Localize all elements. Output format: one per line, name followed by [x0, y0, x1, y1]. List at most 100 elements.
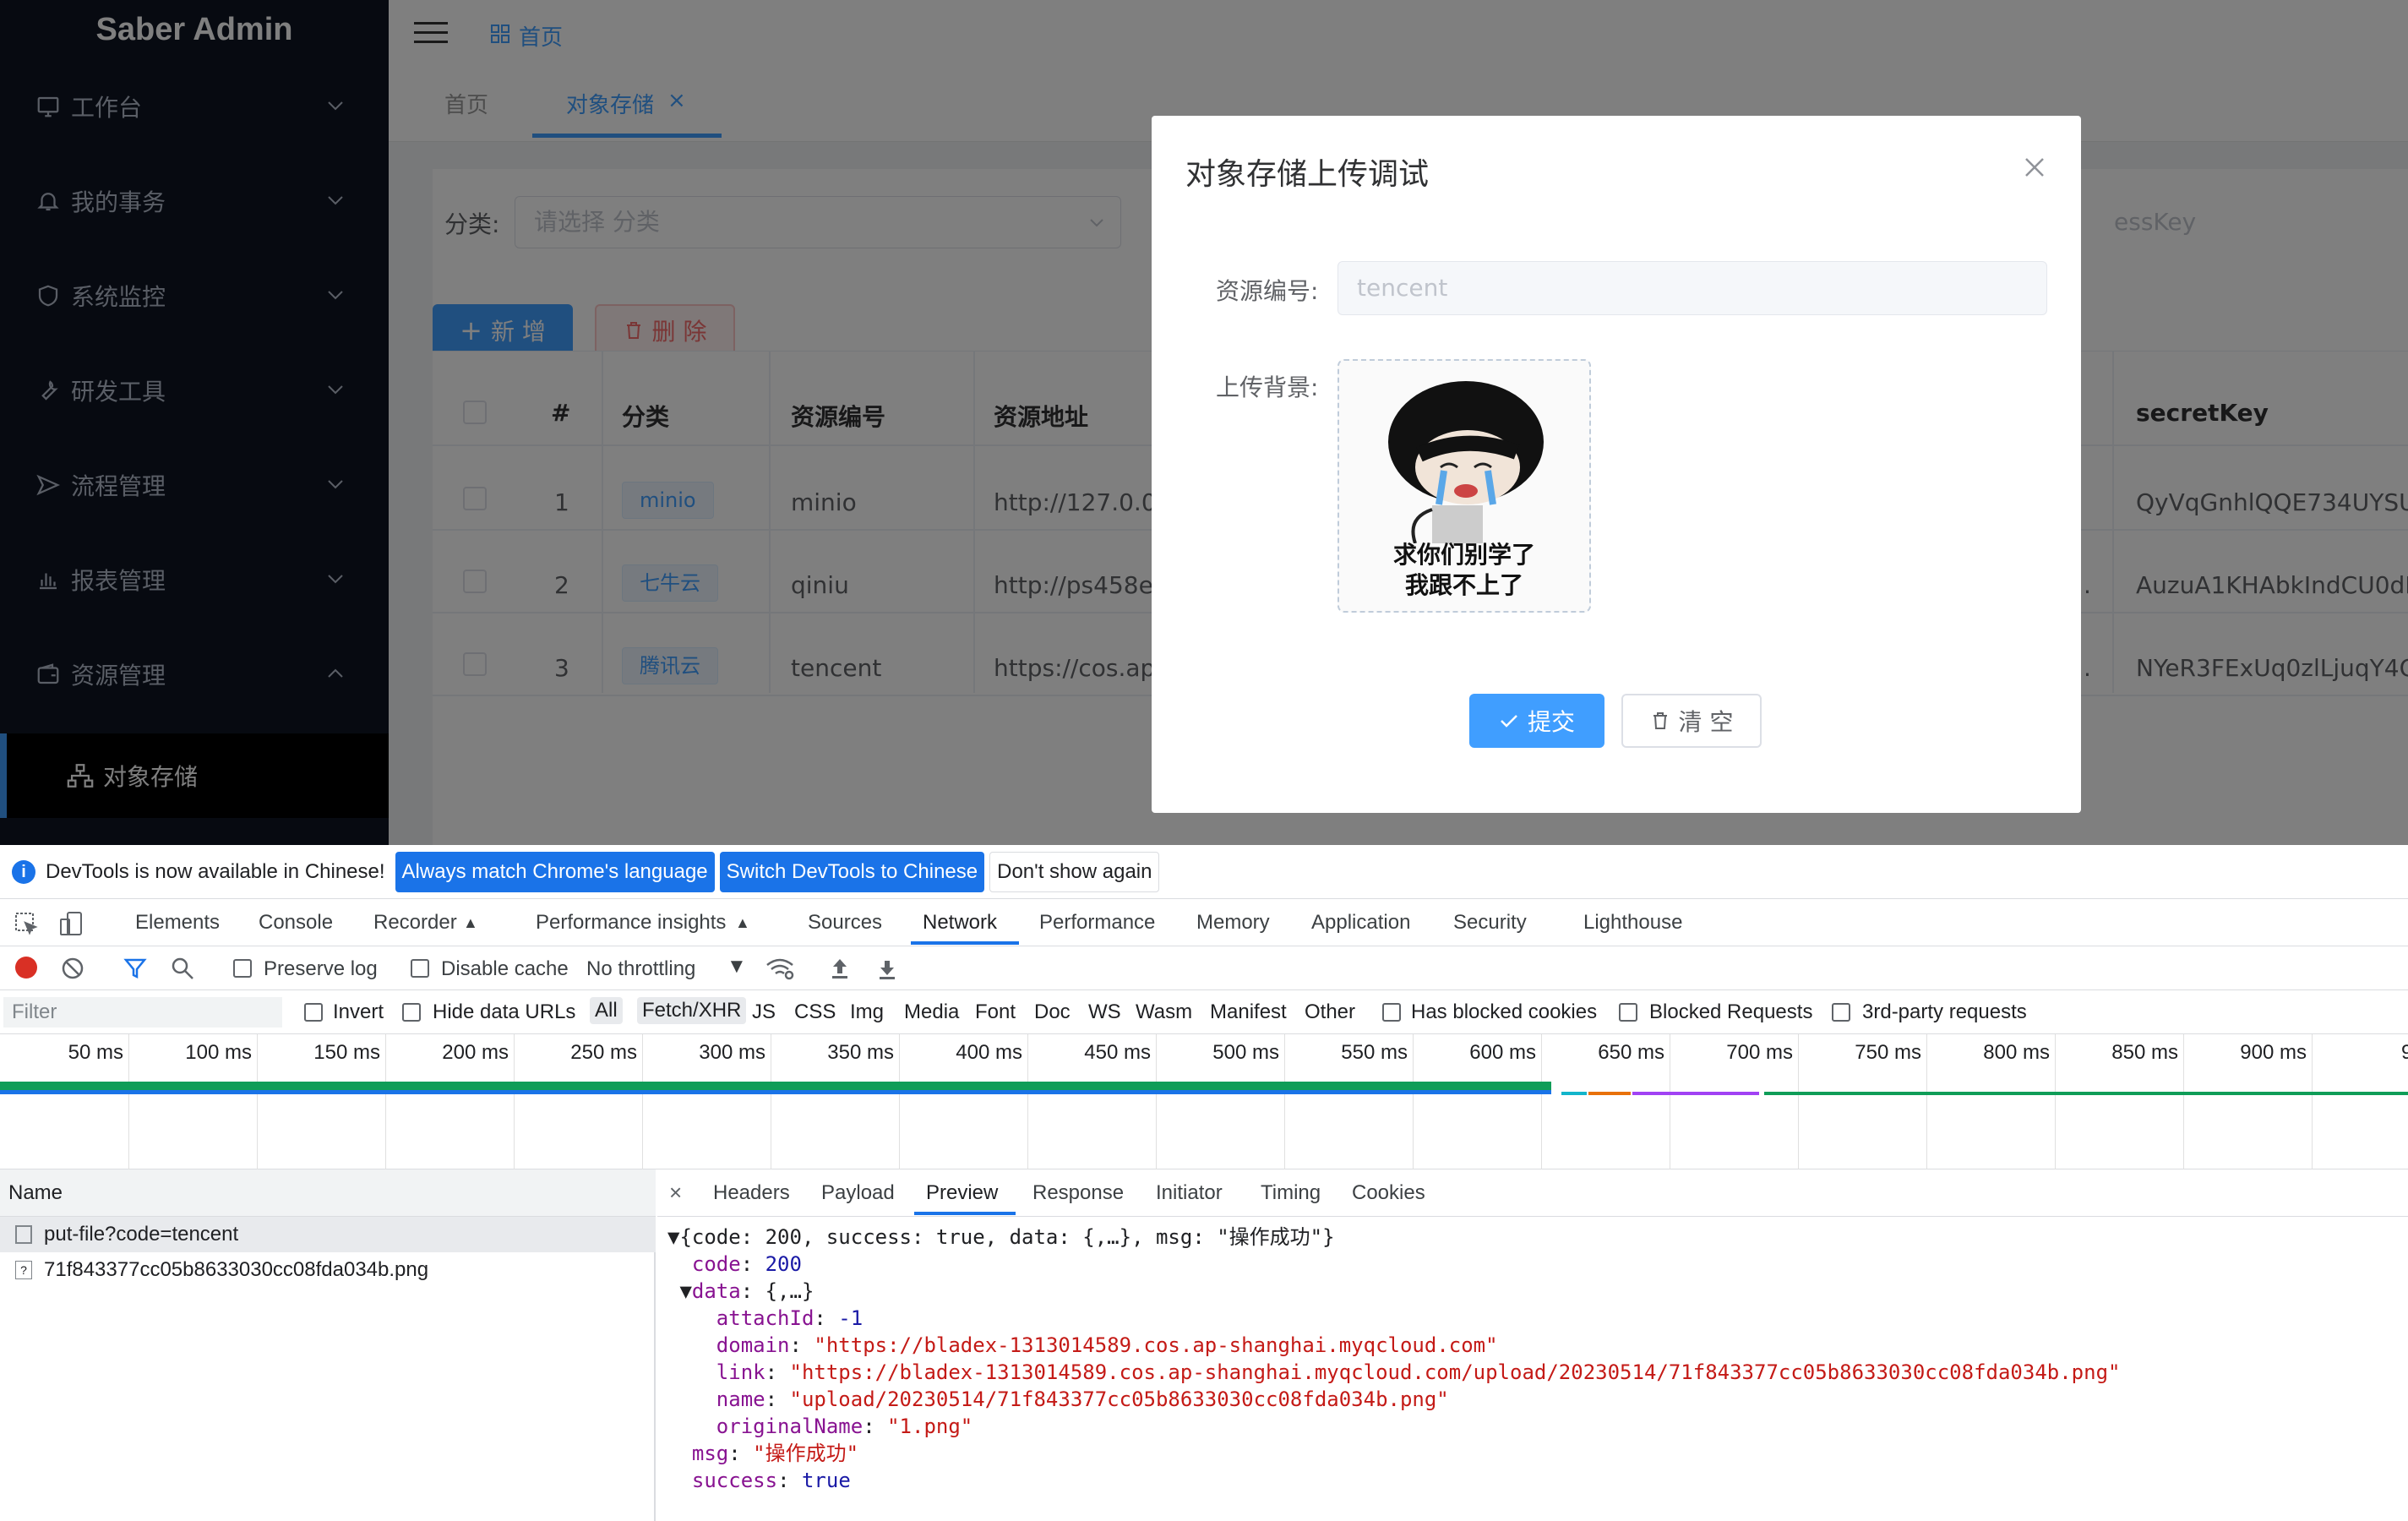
- timeline-gridline: [1926, 1034, 1927, 1169]
- type-filter-media[interactable]: Media: [904, 1000, 959, 1024]
- info-text: DevTools is now available in Chinese!: [46, 859, 385, 883]
- request-list: Name put-file?code=tencent ? 71f843377cc…: [0, 1169, 656, 1521]
- clear-icon[interactable]: [61, 957, 84, 980]
- devtools-tab-performance-insights[interactable]: Performance insights: [536, 911, 726, 935]
- network-conditions-icon[interactable]: [765, 957, 794, 980]
- type-filter-js[interactable]: JS: [752, 1000, 776, 1024]
- submit-button[interactable]: 提交: [1469, 694, 1604, 748]
- detail-tab-payload[interactable]: Payload: [821, 1181, 895, 1205]
- blocked-cookies-checkbox[interactable]: [1382, 1003, 1401, 1022]
- type-filter-font[interactable]: Font: [975, 1000, 1016, 1024]
- json-value: "操作成功": [753, 1442, 859, 1465]
- detail-tab-headers[interactable]: Headers: [713, 1181, 790, 1205]
- third-party-label: 3rd-party requests: [1862, 1000, 2027, 1023]
- detail-tab-timing[interactable]: Timing: [1261, 1181, 1321, 1205]
- filter-icon[interactable]: [123, 957, 147, 980]
- devtools-tab-performance[interactable]: Performance: [1039, 911, 1155, 935]
- timeline-bar-green-2: [1764, 1092, 2408, 1095]
- timeline-bar-cyan: [1561, 1092, 1587, 1095]
- devtools-tab-elements[interactable]: Elements: [135, 911, 220, 935]
- type-filter-img[interactable]: Img: [850, 1000, 884, 1024]
- devtools-infobar: i DevTools is now available in Chinese! …: [0, 845, 2408, 899]
- experiment-flask-icon: ▲: [463, 914, 478, 931]
- timeline-gridline: [642, 1034, 643, 1169]
- timeline-bar-orange: [1588, 1092, 1631, 1095]
- resource-code-input[interactable]: tencent: [1337, 261, 2047, 315]
- upload-area[interactable]: 求你们别学了 我跟不上了: [1337, 359, 1591, 613]
- resource-code-value: tencent: [1357, 274, 1448, 302]
- hide-data-urls-checkbox[interactable]: [402, 1003, 421, 1022]
- devtools-tab-network[interactable]: Network: [923, 911, 997, 935]
- devtools-tab-recorder[interactable]: Recorder: [373, 911, 457, 935]
- preserve-log-checkbox[interactable]: [233, 959, 252, 978]
- timeline-gridline: [128, 1034, 129, 1169]
- throttling-select[interactable]: No throttling: [586, 957, 695, 981]
- timeline-tick-label: 600 ms: [1469, 1041, 1536, 1064]
- devtools-tab-console[interactable]: Console: [259, 911, 333, 935]
- disable-cache-checkbox[interactable]: [411, 959, 429, 978]
- timeline-gridline: [2055, 1034, 2056, 1169]
- close-detail-icon[interactable]: ×: [669, 1180, 682, 1206]
- type-filter-fetch-xhr[interactable]: Fetch/XHR: [637, 997, 747, 1024]
- request-row[interactable]: put-file?code=tencent: [0, 1217, 656, 1252]
- json-value: true: [801, 1469, 851, 1492]
- record-icon[interactable]: [15, 957, 37, 979]
- always-match-button[interactable]: Always match Chrome's language: [395, 851, 715, 892]
- devtools-tab-application[interactable]: Application: [1311, 911, 1410, 935]
- type-filter-ws[interactable]: WS: [1088, 1000, 1121, 1024]
- type-filter-wasm[interactable]: Wasm: [1136, 1000, 1192, 1024]
- blocked-cookies-label: Has blocked cookies: [1411, 1000, 1598, 1023]
- clear-button[interactable]: 清 空: [1621, 694, 1762, 748]
- upload-har-icon[interactable]: [830, 957, 850, 980]
- devtools-tab-security[interactable]: Security: [1453, 911, 1527, 935]
- type-filter-css[interactable]: CSS: [794, 1000, 836, 1024]
- preview-tab-underline: [914, 1212, 1016, 1215]
- json-key: attachId: [716, 1306, 814, 1330]
- type-filter-manifest[interactable]: Manifest: [1210, 1000, 1287, 1024]
- dialog-title: 对象存储上传调试: [1185, 157, 1430, 192]
- blocked-requests-checkbox[interactable]: [1619, 1003, 1637, 1022]
- close-icon[interactable]: [2024, 156, 2046, 178]
- json-preview: ▼{code: 200, success: true, data: {,…}, …: [667, 1225, 2121, 1492]
- timeline-tick-label: 700 ms: [1726, 1041, 1793, 1064]
- hide-data-urls-label: Hide data URLs: [433, 1000, 576, 1023]
- clear-label: 清 空: [1678, 708, 1734, 736]
- collapse-arrow-icon[interactable]: ▼: [667, 1225, 679, 1249]
- download-har-icon[interactable]: [877, 957, 897, 980]
- switch-chinese-button[interactable]: Switch DevTools to Chinese: [719, 851, 985, 892]
- name-header[interactable]: Name: [0, 1169, 656, 1217]
- throttling-dropdown-icon[interactable]: ▼: [727, 955, 747, 979]
- app-window: Saber Admin 工作台我的事务系统监控研发工具流程管理报表管理资源管理 …: [0, 0, 2408, 845]
- detail-tab-cookies[interactable]: Cookies: [1352, 1181, 1425, 1205]
- third-party-checkbox[interactable]: [1832, 1003, 1850, 1022]
- json-value: "1.png": [887, 1415, 973, 1438]
- request-row[interactable]: ? 71f843377cc05b8633030cc08fda034b.png: [0, 1252, 656, 1288]
- detail-tab-preview[interactable]: Preview: [926, 1181, 998, 1205]
- timeline-tick-label: 300 ms: [699, 1041, 765, 1064]
- filter-input[interactable]: Filter: [3, 997, 282, 1028]
- network-timeline[interactable]: 50 ms 100 ms 150 ms 200 ms 250 ms 300 ms 350 m…: [0, 1034, 2408, 1169]
- inspect-icon[interactable]: [14, 911, 39, 936]
- devtools-tab-lighthouse[interactable]: Lighthouse: [1583, 911, 1682, 935]
- request-name: put-file?code=tencent: [44, 1223, 239, 1246]
- search-icon[interactable]: [171, 957, 194, 980]
- type-filter-doc[interactable]: Doc: [1034, 1000, 1071, 1024]
- timeline-gridline: [899, 1034, 900, 1169]
- timeline-gridline: [1284, 1034, 1285, 1169]
- type-filter-all[interactable]: All: [590, 997, 623, 1024]
- json-key: link: [716, 1360, 765, 1384]
- type-filter-other[interactable]: Other: [1305, 1000, 1355, 1024]
- expand-arrow-icon[interactable]: ▼: [679, 1279, 691, 1303]
- filter-row: Filter Invert Hide data URLs All Fetch/XH…: [0, 990, 2408, 1034]
- detail-tab-initiator[interactable]: Initiator: [1156, 1181, 1223, 1205]
- invert-checkbox[interactable]: [304, 1003, 323, 1022]
- meme-image: [1388, 381, 1544, 543]
- device-toolbar-icon[interactable]: [59, 911, 84, 936]
- timeline-tick-label: 400 ms: [956, 1041, 1022, 1064]
- detail-tab-response[interactable]: Response: [1032, 1181, 1124, 1205]
- dont-show-button[interactable]: Don't show again: [989, 851, 1160, 892]
- timeline-bar-blue: [0, 1090, 1551, 1094]
- devtools-tab-memory[interactable]: Memory: [1196, 911, 1270, 935]
- json-value: "https://bladex-1313014589.cos.ap-shangh…: [789, 1360, 2121, 1384]
- devtools-tab-sources[interactable]: Sources: [808, 911, 882, 935]
